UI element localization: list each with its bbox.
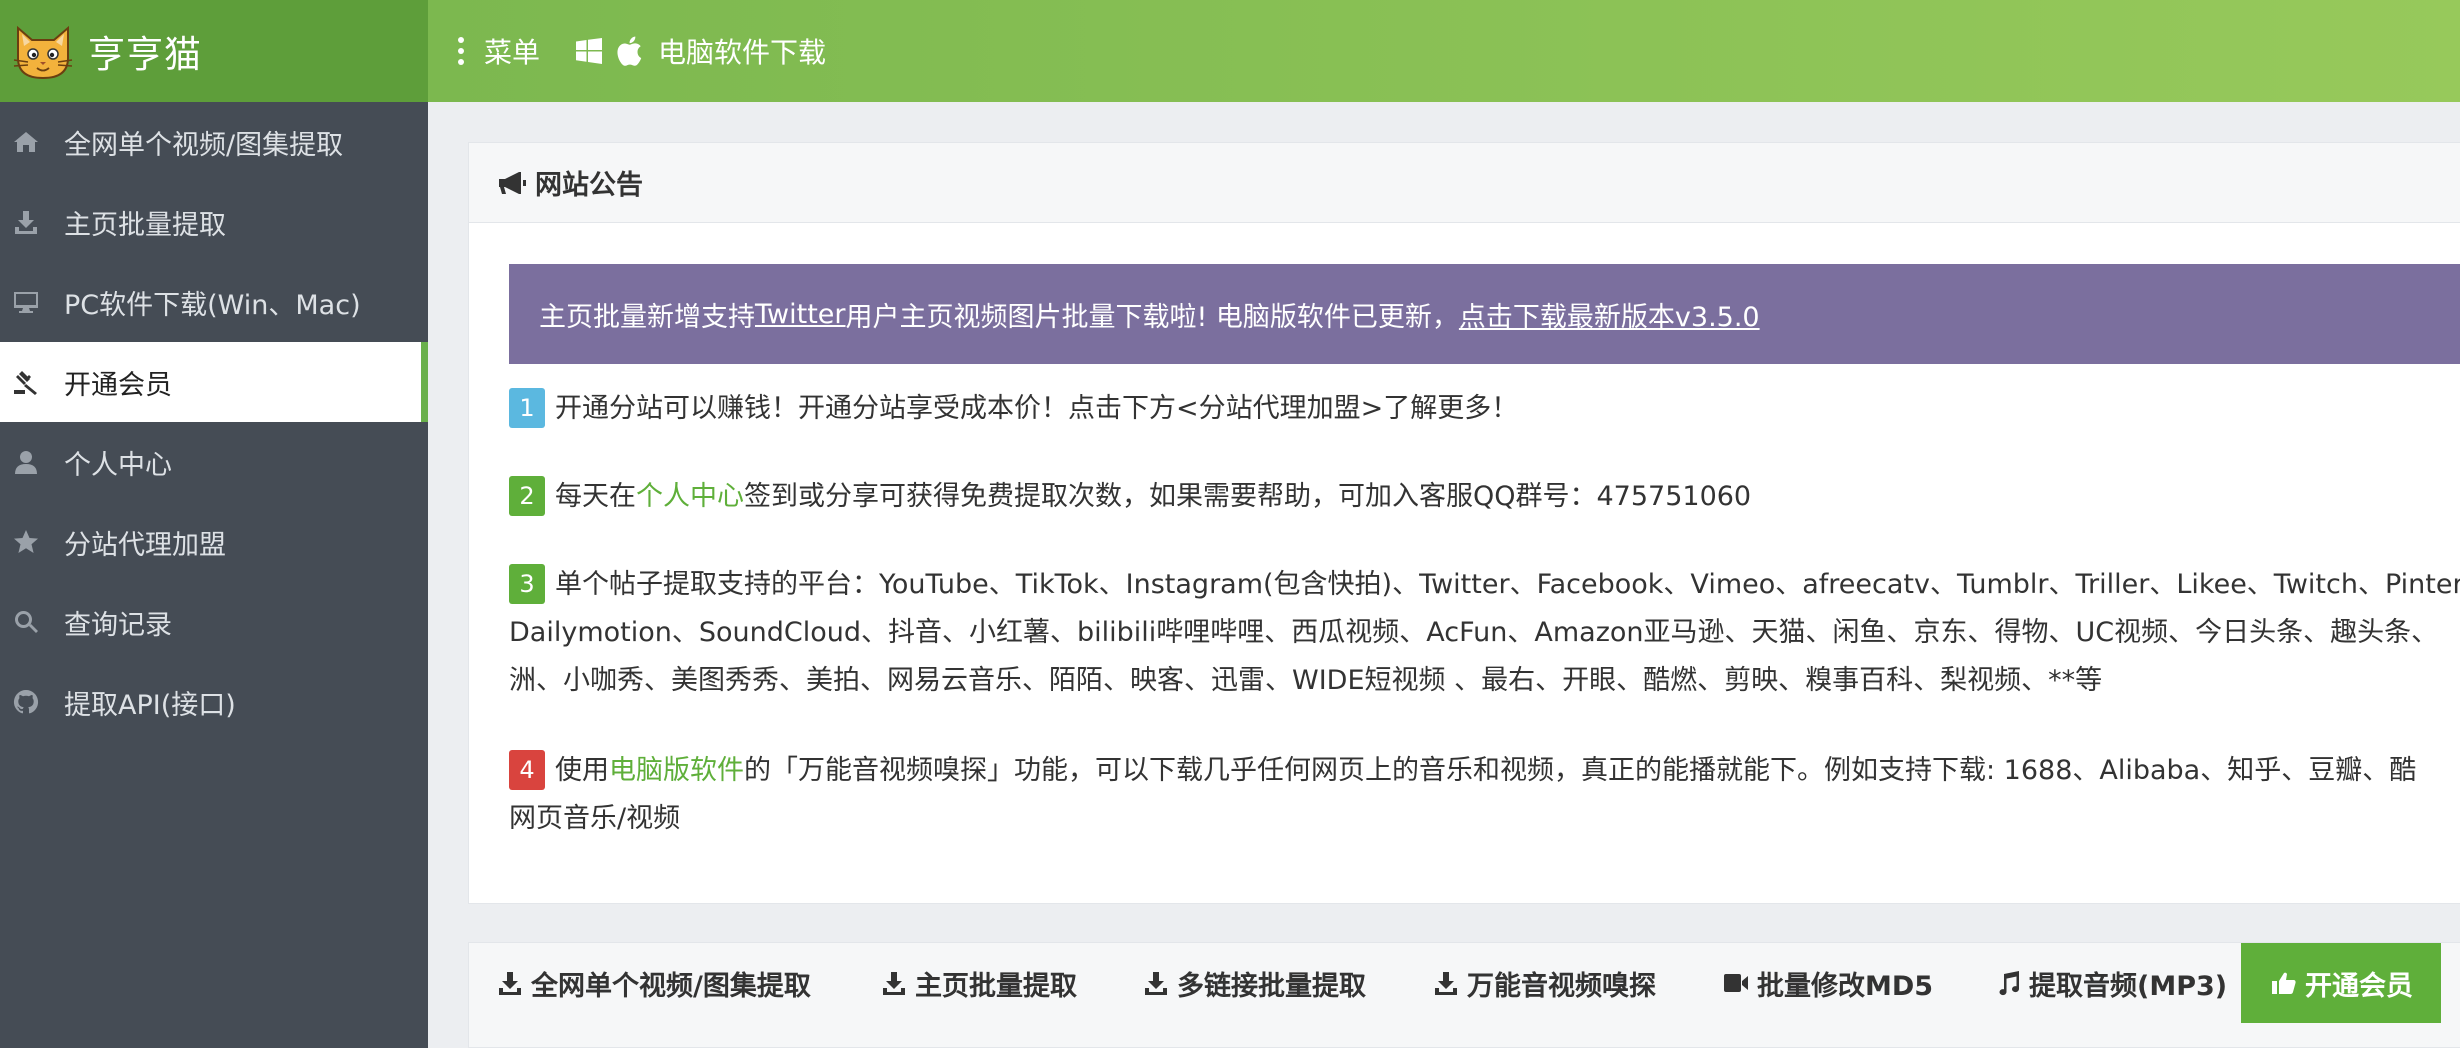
- tab-label: 全网单个视频/图集提取: [531, 970, 811, 1002]
- download-icon: [1145, 972, 1167, 995]
- banner-text-1: 主页批量新增支持: [539, 301, 755, 333]
- tab-membership[interactable]: 开通会员: [2241, 943, 2441, 1023]
- notice-badge-1: 1: [509, 387, 545, 428]
- sidebar-item-query-records[interactable]: 查询记录: [0, 582, 428, 662]
- notice-text: 开通分站可以赚钱！开通分站享受成本价！点击下方<分站代理加盟>了解更多！: [555, 393, 1519, 424]
- sidebar: 全网单个视频/图集提取 主页批量提取 PC软件下载(Win、Mac) 开通会员 …: [0, 102, 428, 1048]
- download-icon: [883, 972, 905, 995]
- sidebar-item-pc-software[interactable]: PC软件下载(Win、Mac): [0, 262, 428, 342]
- tab-single-extract[interactable]: 全网单个视频/图集提取: [497, 943, 811, 1023]
- notice-text: 使用: [555, 755, 609, 786]
- home-icon: [12, 128, 40, 156]
- tab-batch-md5[interactable]: 批量修改MD5: [1723, 943, 1933, 1023]
- notice-text: 洲、小咖秀、美图秀秀、美拍、网易云音乐、陌陌、映客、迅雷、WIDE短视频 、最右…: [509, 665, 2103, 696]
- pc-software-link[interactable]: 电脑版软件: [609, 755, 744, 786]
- star-icon: [12, 528, 40, 556]
- cat-logo-icon: [13, 25, 73, 80]
- update-banner: 主页批量新增支持 Twitter 用户主页视频图片批量下载啦! 电脑版软件已更新…: [509, 264, 2460, 364]
- tab-label: 主页批量提取: [915, 970, 1077, 1002]
- sidebar-item-batch-extract[interactable]: 主页批量提取: [0, 182, 428, 262]
- tab-multi-link-extract[interactable]: 多链接批量提取: [1143, 943, 1366, 1023]
- sidebar-item-label: 分站代理加盟: [64, 529, 226, 561]
- notice-text: 网页音乐/视频: [509, 803, 681, 834]
- tab-label: 开通会员: [2305, 970, 2413, 1002]
- tab-label: 万能音视频嗅探: [1467, 970, 1656, 1002]
- banner-text-2: 用户主页视频图片批量下载啦! 电脑版软件已更新，: [845, 301, 1459, 333]
- notice-text: 签到或分享可获得免费提取次数，如果需要帮助，可加入客服QQ群号：47575106…: [744, 481, 1752, 512]
- brand-name: 亨亨猫: [88, 33, 202, 76]
- bullhorn-icon: [499, 171, 526, 194]
- search-icon: [12, 608, 40, 636]
- pc-software-download-link[interactable]: 电脑软件下载: [658, 31, 826, 71]
- notice-item-3: 3 单个帖子提取支持的平台：YouTube、TikTok、Instagram(包含…: [509, 561, 2460, 705]
- sidebar-item-label: 主页批量提取: [64, 209, 226, 241]
- notice-text: 单个帖子提取支持的平台：YouTube、TikTok、Instagram(包含快…: [555, 569, 2460, 600]
- notice-text: 的「万能音视频嗅探」功能，可以下载几乎任何网页上的音乐和视频，真正的能播就能下。…: [744, 755, 2417, 786]
- menu-dots-icon[interactable]: [456, 37, 466, 65]
- sidebar-item-label: PC软件下载(Win、Mac): [64, 289, 361, 321]
- tab-label: 批量修改MD5: [1757, 970, 1934, 1002]
- brand-logo-area[interactable]: 亨亨猫: [0, 0, 428, 102]
- notice-badge-4: 4: [509, 749, 545, 790]
- sidebar-item-label: 提取API(接口): [64, 689, 236, 721]
- notice-text: 每天在: [555, 481, 636, 512]
- personal-center-link[interactable]: 个人中心: [636, 481, 744, 512]
- gavel-icon: [12, 368, 40, 396]
- thumbs-up-icon: [2272, 972, 2296, 994]
- tab-extract-audio[interactable]: 提取音频(MP3): [1995, 943, 2227, 1023]
- sidebar-item-label: 全网单个视频/图集提取: [64, 129, 344, 161]
- notice-item-1: 1 开通分站可以赚钱！开通分站享受成本价！点击下方<分站代理加盟>了解更多！: [509, 385, 1518, 433]
- tab-label: 多链接批量提取: [1177, 970, 1366, 1002]
- windows-icon[interactable]: [576, 38, 603, 64]
- sidebar-item-api[interactable]: 提取API(接口): [0, 662, 428, 742]
- notice-text: Dailymotion、SoundCloud、抖音、小红薯、bilibili哔哩…: [509, 617, 2439, 648]
- video-camera-icon: [1724, 974, 1748, 992]
- desktop-icon: [12, 288, 40, 316]
- sidebar-item-label: 开通会员: [64, 369, 172, 401]
- download-icon: [1435, 972, 1457, 995]
- sidebar-item-personal-center[interactable]: 个人中心: [0, 422, 428, 502]
- notice-badge-3: 3: [509, 563, 545, 604]
- tab-label: 提取音频(MP3): [2029, 970, 2228, 1002]
- notice-item-4: 4 使用电脑版软件的「万能音视频嗅探」功能，可以下载几乎任何网页上的音乐和视频，真…: [509, 747, 2416, 843]
- menu-button[interactable]: 菜单: [484, 31, 540, 71]
- notice-badge-2: 2: [509, 475, 545, 516]
- tab-batch-extract[interactable]: 主页批量提取: [881, 943, 1077, 1023]
- sidebar-item-label: 个人中心: [64, 449, 172, 481]
- top-header: 亨亨猫 菜单 电脑软件下载: [0, 0, 2460, 102]
- announcement-title: 网站公告: [535, 170, 643, 201]
- tab-media-sniffer[interactable]: 万能音视频嗅探: [1433, 943, 1656, 1023]
- announcement-header: 网站公告: [469, 143, 2460, 223]
- sidebar-item-agent-franchise[interactable]: 分站代理加盟: [0, 502, 428, 582]
- sidebar-item-single-extract[interactable]: 全网单个视频/图集提取: [0, 102, 428, 182]
- notice-item-2: 2 每天在个人中心签到或分享可获得免费提取次数，如果需要帮助，可加入客服QQ群号：…: [509, 473, 1751, 521]
- twitter-link[interactable]: Twitter: [755, 299, 846, 330]
- apple-icon[interactable]: [616, 36, 642, 66]
- sidebar-item-membership[interactable]: 开通会员: [0, 342, 428, 422]
- download-latest-link[interactable]: 点击下载最新版本v3.5.0: [1459, 295, 1760, 334]
- github-icon: [12, 688, 40, 716]
- download-icon: [499, 972, 521, 995]
- download-icon: [12, 208, 40, 236]
- user-icon: [12, 448, 40, 476]
- tool-tabs: 全网单个视频/图集提取 主页批量提取 多链接批量提取 万能音视频嗅探 批量修改M…: [468, 942, 2460, 1048]
- sidebar-item-label: 查询记录: [64, 609, 172, 641]
- announcement-panel: 网站公告 主页批量新增支持 Twitter 用户主页视频图片批量下载啦! 电脑版…: [468, 142, 2460, 904]
- music-icon: [1999, 971, 2020, 996]
- top-nav: 菜单 电脑软件下载: [428, 0, 2460, 102]
